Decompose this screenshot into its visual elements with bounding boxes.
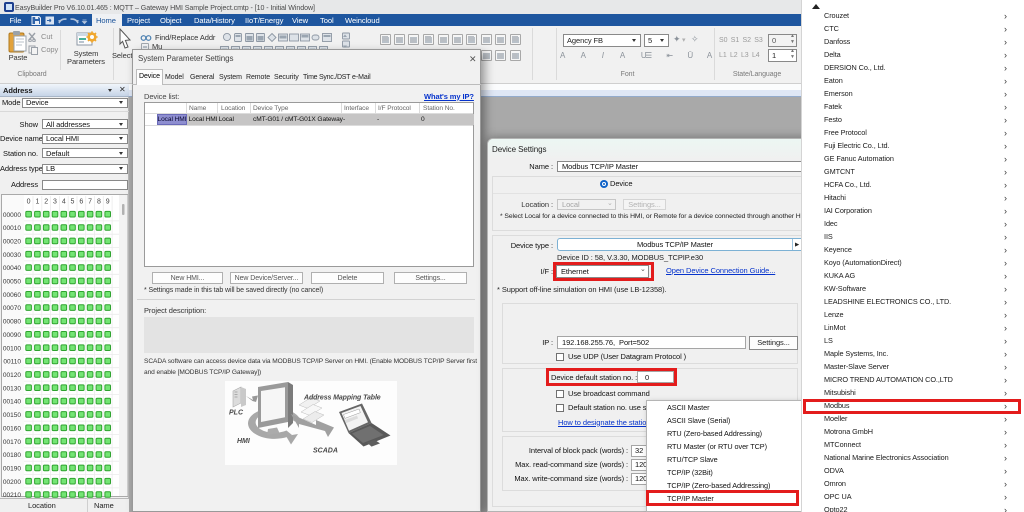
svg-text:SCADA: SCADA [313, 448, 338, 455]
svg-text:00080: 00080 [3, 319, 21, 326]
svg-text:PLC: PLC [229, 410, 244, 417]
svg-text:00000: 00000 [3, 212, 21, 219]
svg-text:Address Mapping Table: Address Mapping Table [303, 395, 381, 402]
svg-text:00140: 00140 [3, 399, 21, 406]
svg-text:00070: 00070 [3, 305, 21, 312]
svg-text:2: 2 [44, 199, 48, 206]
svg-text:5: 5 [71, 199, 75, 206]
svg-text:7: 7 [88, 199, 92, 206]
svg-text:00090: 00090 [3, 332, 21, 339]
svg-text:00150: 00150 [3, 412, 21, 419]
svg-text:00160: 00160 [3, 425, 21, 432]
svg-text:00200: 00200 [3, 479, 21, 486]
svg-text:00120: 00120 [3, 372, 21, 379]
svg-text:00050: 00050 [3, 279, 21, 286]
svg-text:0: 0 [27, 199, 31, 206]
svg-text:00060: 00060 [3, 292, 21, 299]
svg-text:9: 9 [106, 199, 110, 206]
svg-text:3: 3 [53, 199, 57, 206]
svg-text:4: 4 [62, 199, 66, 206]
svg-text:6: 6 [79, 199, 83, 206]
svg-text:00030: 00030 [3, 252, 21, 259]
svg-text:HMI: HMI [237, 438, 251, 445]
svg-text:00020: 00020 [3, 239, 21, 246]
svg-text:00180: 00180 [3, 452, 21, 459]
svg-text:00040: 00040 [3, 265, 21, 272]
svg-text:00190: 00190 [3, 466, 21, 473]
svg-text:00170: 00170 [3, 439, 21, 446]
svg-text:00100: 00100 [3, 345, 21, 352]
svg-text:1: 1 [35, 199, 39, 206]
svg-text:00010: 00010 [3, 225, 21, 232]
svg-text:00130: 00130 [3, 385, 21, 392]
svg-text:8: 8 [97, 199, 101, 206]
svg-text:00110: 00110 [3, 359, 21, 366]
